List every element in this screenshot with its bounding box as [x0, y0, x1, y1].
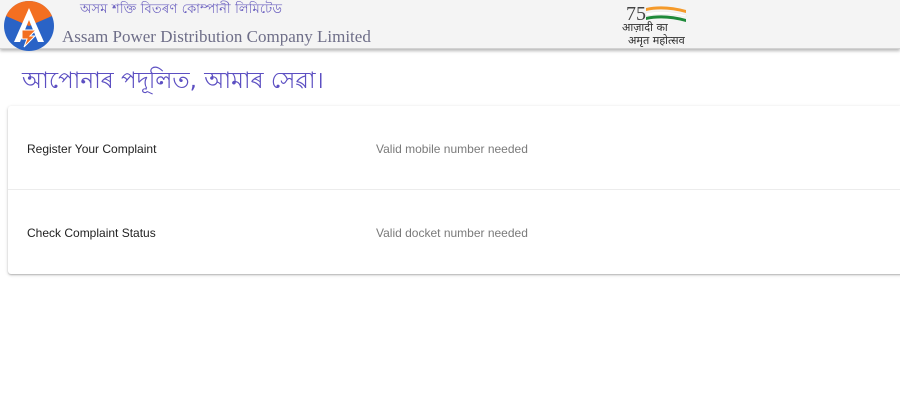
options-card: Register Your Complaint Valid mobile num… — [8, 106, 900, 274]
register-complaint-label: Register Your Complaint — [27, 142, 157, 156]
page-tagline: আপোনাৰ পদূলিত, আমাৰ সেৱা। — [22, 68, 324, 94]
check-status-hint: Valid docket number needed — [376, 226, 528, 240]
brand-name-assamese: অসম শক্তি বিতৰণ কোম্পানী লিমিটেড — [80, 2, 283, 17]
azadi-line2: अमृत महोत्सव — [628, 34, 685, 47]
register-complaint-hint: Valid mobile number needed — [376, 142, 528, 156]
check-status-label: Check Complaint Status — [27, 226, 156, 240]
check-status-option[interactable]: Check Complaint Status Valid docket numb… — [8, 190, 900, 274]
register-complaint-option[interactable]: Register Your Complaint Valid mobile num… — [8, 106, 900, 190]
apdcl-logo-icon[interactable] — [2, 0, 56, 52]
brand-name-english: Assam Power Distribution Company Limited — [62, 27, 371, 46]
site-header: অসম শক্তি বিতৰণ কোম্পানী লিমিটেড Assam P… — [0, 0, 900, 52]
